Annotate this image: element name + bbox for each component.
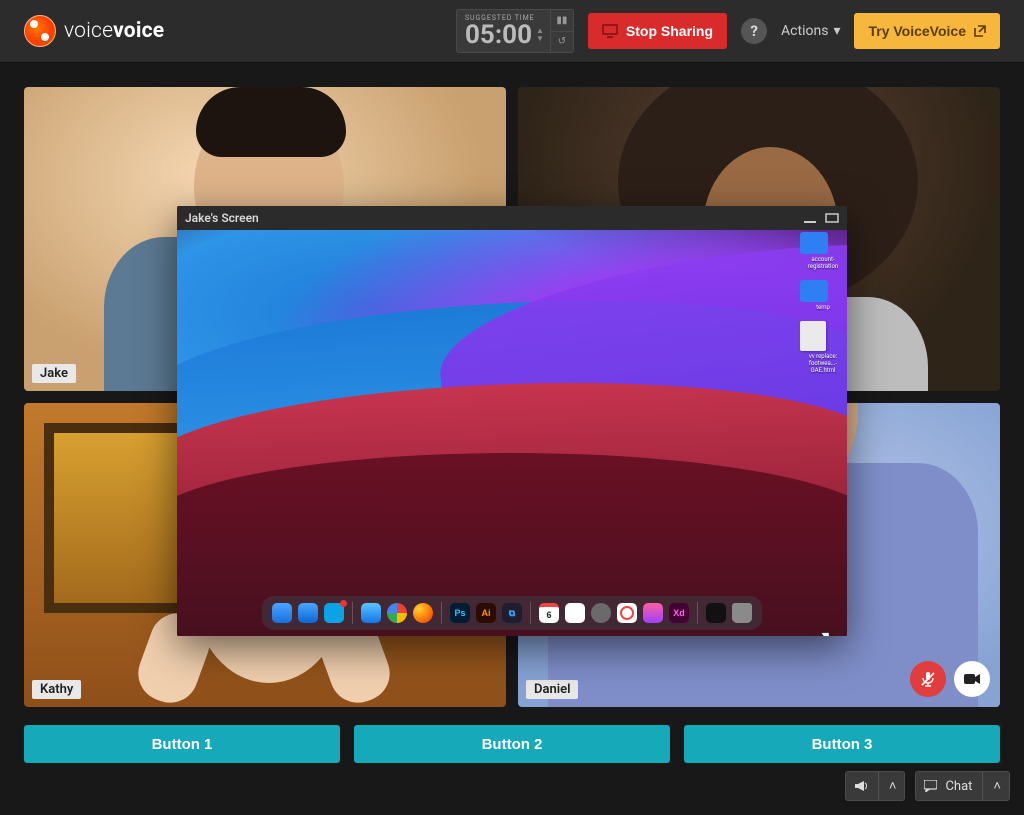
action-button-2[interactable]: Button 2 [354, 725, 670, 763]
dock-app-chrome[interactable] [387, 603, 407, 623]
chevron-up-icon: ˄ [889, 778, 897, 794]
folder-icon [800, 280, 828, 302]
actions-label: Actions [781, 23, 828, 39]
brand-logo-icon [24, 15, 56, 47]
screenshare-window[interactable]: Jake's Screen account-registration temp … [177, 206, 847, 636]
brand-logo[interactable]: voicevoice [24, 15, 164, 47]
shared-desktop: account-registration temp vv replace: fo… [177, 230, 847, 636]
dock-app-todoist[interactable] [617, 603, 637, 623]
dock-app-mail[interactable] [298, 603, 318, 623]
chevron-down-icon[interactable]: ▼ [536, 35, 544, 43]
minimize-icon[interactable] [803, 213, 817, 223]
action-button-row: Button 1 Button 2 Button 3 [24, 725, 1000, 763]
action-button-3[interactable]: Button 3 [684, 725, 1000, 763]
chat-label: Chat [945, 779, 972, 794]
dock-app-terminal[interactable] [706, 603, 726, 623]
dock-app-vscode[interactable]: ⧉ [502, 603, 522, 623]
undo-icon: ↺ [558, 36, 566, 47]
dock-app-calendar[interactable]: 6 [539, 603, 559, 623]
screenshare-title: Jake's Screen [185, 211, 259, 225]
maximize-icon[interactable] [825, 213, 839, 223]
dock-app-xd[interactable]: Xd [669, 603, 689, 623]
camera-icon [964, 673, 980, 685]
dock-app-settings[interactable] [591, 603, 611, 623]
participant-name-tag: Kathy [32, 680, 81, 699]
timer-pause-button[interactable]: ▮▮ [551, 10, 573, 31]
screen-share-icon [602, 24, 618, 38]
folder-icon [800, 232, 828, 254]
macos-dock[interactable]: Ps Ai ⧉ 6 Xd [262, 596, 762, 630]
participant-name-tag: Daniel [526, 680, 578, 699]
bottom-bar: ˄ Chat ˄ [845, 771, 1010, 801]
dock-app-firefox[interactable] [413, 603, 433, 623]
suggested-time-widget: SUGGESTED TIME 05:00 ▲ ▼ ▮▮ ↺ [456, 9, 574, 53]
desktop-file[interactable]: vv replace: footwea...-GAE.html [800, 321, 846, 374]
dock-app-illustrator[interactable]: Ai [476, 603, 496, 623]
file-icon [800, 321, 826, 351]
help-button[interactable]: ? [741, 18, 767, 44]
try-voicevoice-button[interactable]: Try VoiceVoice [854, 13, 1000, 49]
announce-chip[interactable]: ˄ [845, 771, 906, 801]
dock-app-skype[interactable] [324, 603, 344, 623]
external-link-icon [974, 25, 986, 37]
stop-sharing-label: Stop Sharing [626, 23, 713, 39]
dock-app-notes[interactable] [565, 603, 585, 623]
stop-sharing-button[interactable]: Stop Sharing [588, 13, 727, 49]
dock-app-safari[interactable] [361, 603, 381, 623]
camera-toggle-button[interactable] [954, 661, 990, 697]
chat-chip[interactable]: Chat ˄ [915, 771, 1010, 801]
app-header: voicevoice SUGGESTED TIME 05:00 ▲ ▼ ▮▮ ↺… [0, 0, 1024, 63]
screenshare-titlebar[interactable]: Jake's Screen [177, 206, 847, 230]
desktop-folder[interactable]: temp [800, 280, 846, 311]
caret-down-icon: ▾ [833, 23, 840, 39]
mic-muted-icon [920, 671, 936, 687]
actions-dropdown[interactable]: Actions ▾ [781, 23, 840, 39]
brand-name-2: voice [113, 19, 164, 43]
timer-value: 05:00 [465, 22, 532, 48]
mic-toggle-button[interactable] [910, 661, 946, 697]
brand-name-1: voice [64, 19, 113, 43]
timer-reset-button[interactable]: ↺ [551, 31, 573, 53]
dock-app-finder[interactable] [272, 603, 292, 623]
chevron-up-icon: ˄ [993, 778, 1001, 794]
action-button-1[interactable]: Button 1 [24, 725, 340, 763]
brand-logo-text: voicevoice [64, 19, 164, 43]
dock-app-trash[interactable] [732, 603, 752, 623]
try-label: Try VoiceVoice [868, 23, 966, 39]
chat-icon [924, 780, 937, 792]
dock-app-figma[interactable] [643, 603, 663, 623]
dock-app-photoshop[interactable]: Ps [450, 603, 470, 623]
pause-icon: ▮▮ [556, 15, 567, 26]
timer-stepper[interactable]: ▲ ▼ [536, 27, 544, 43]
question-icon: ? [750, 22, 757, 40]
desktop-icons: account-registration temp vv replace: fo… [805, 232, 841, 374]
megaphone-icon [854, 780, 868, 792]
desktop-folder[interactable]: account-registration [800, 232, 846, 270]
participant-name-tag: Jake [32, 364, 76, 383]
